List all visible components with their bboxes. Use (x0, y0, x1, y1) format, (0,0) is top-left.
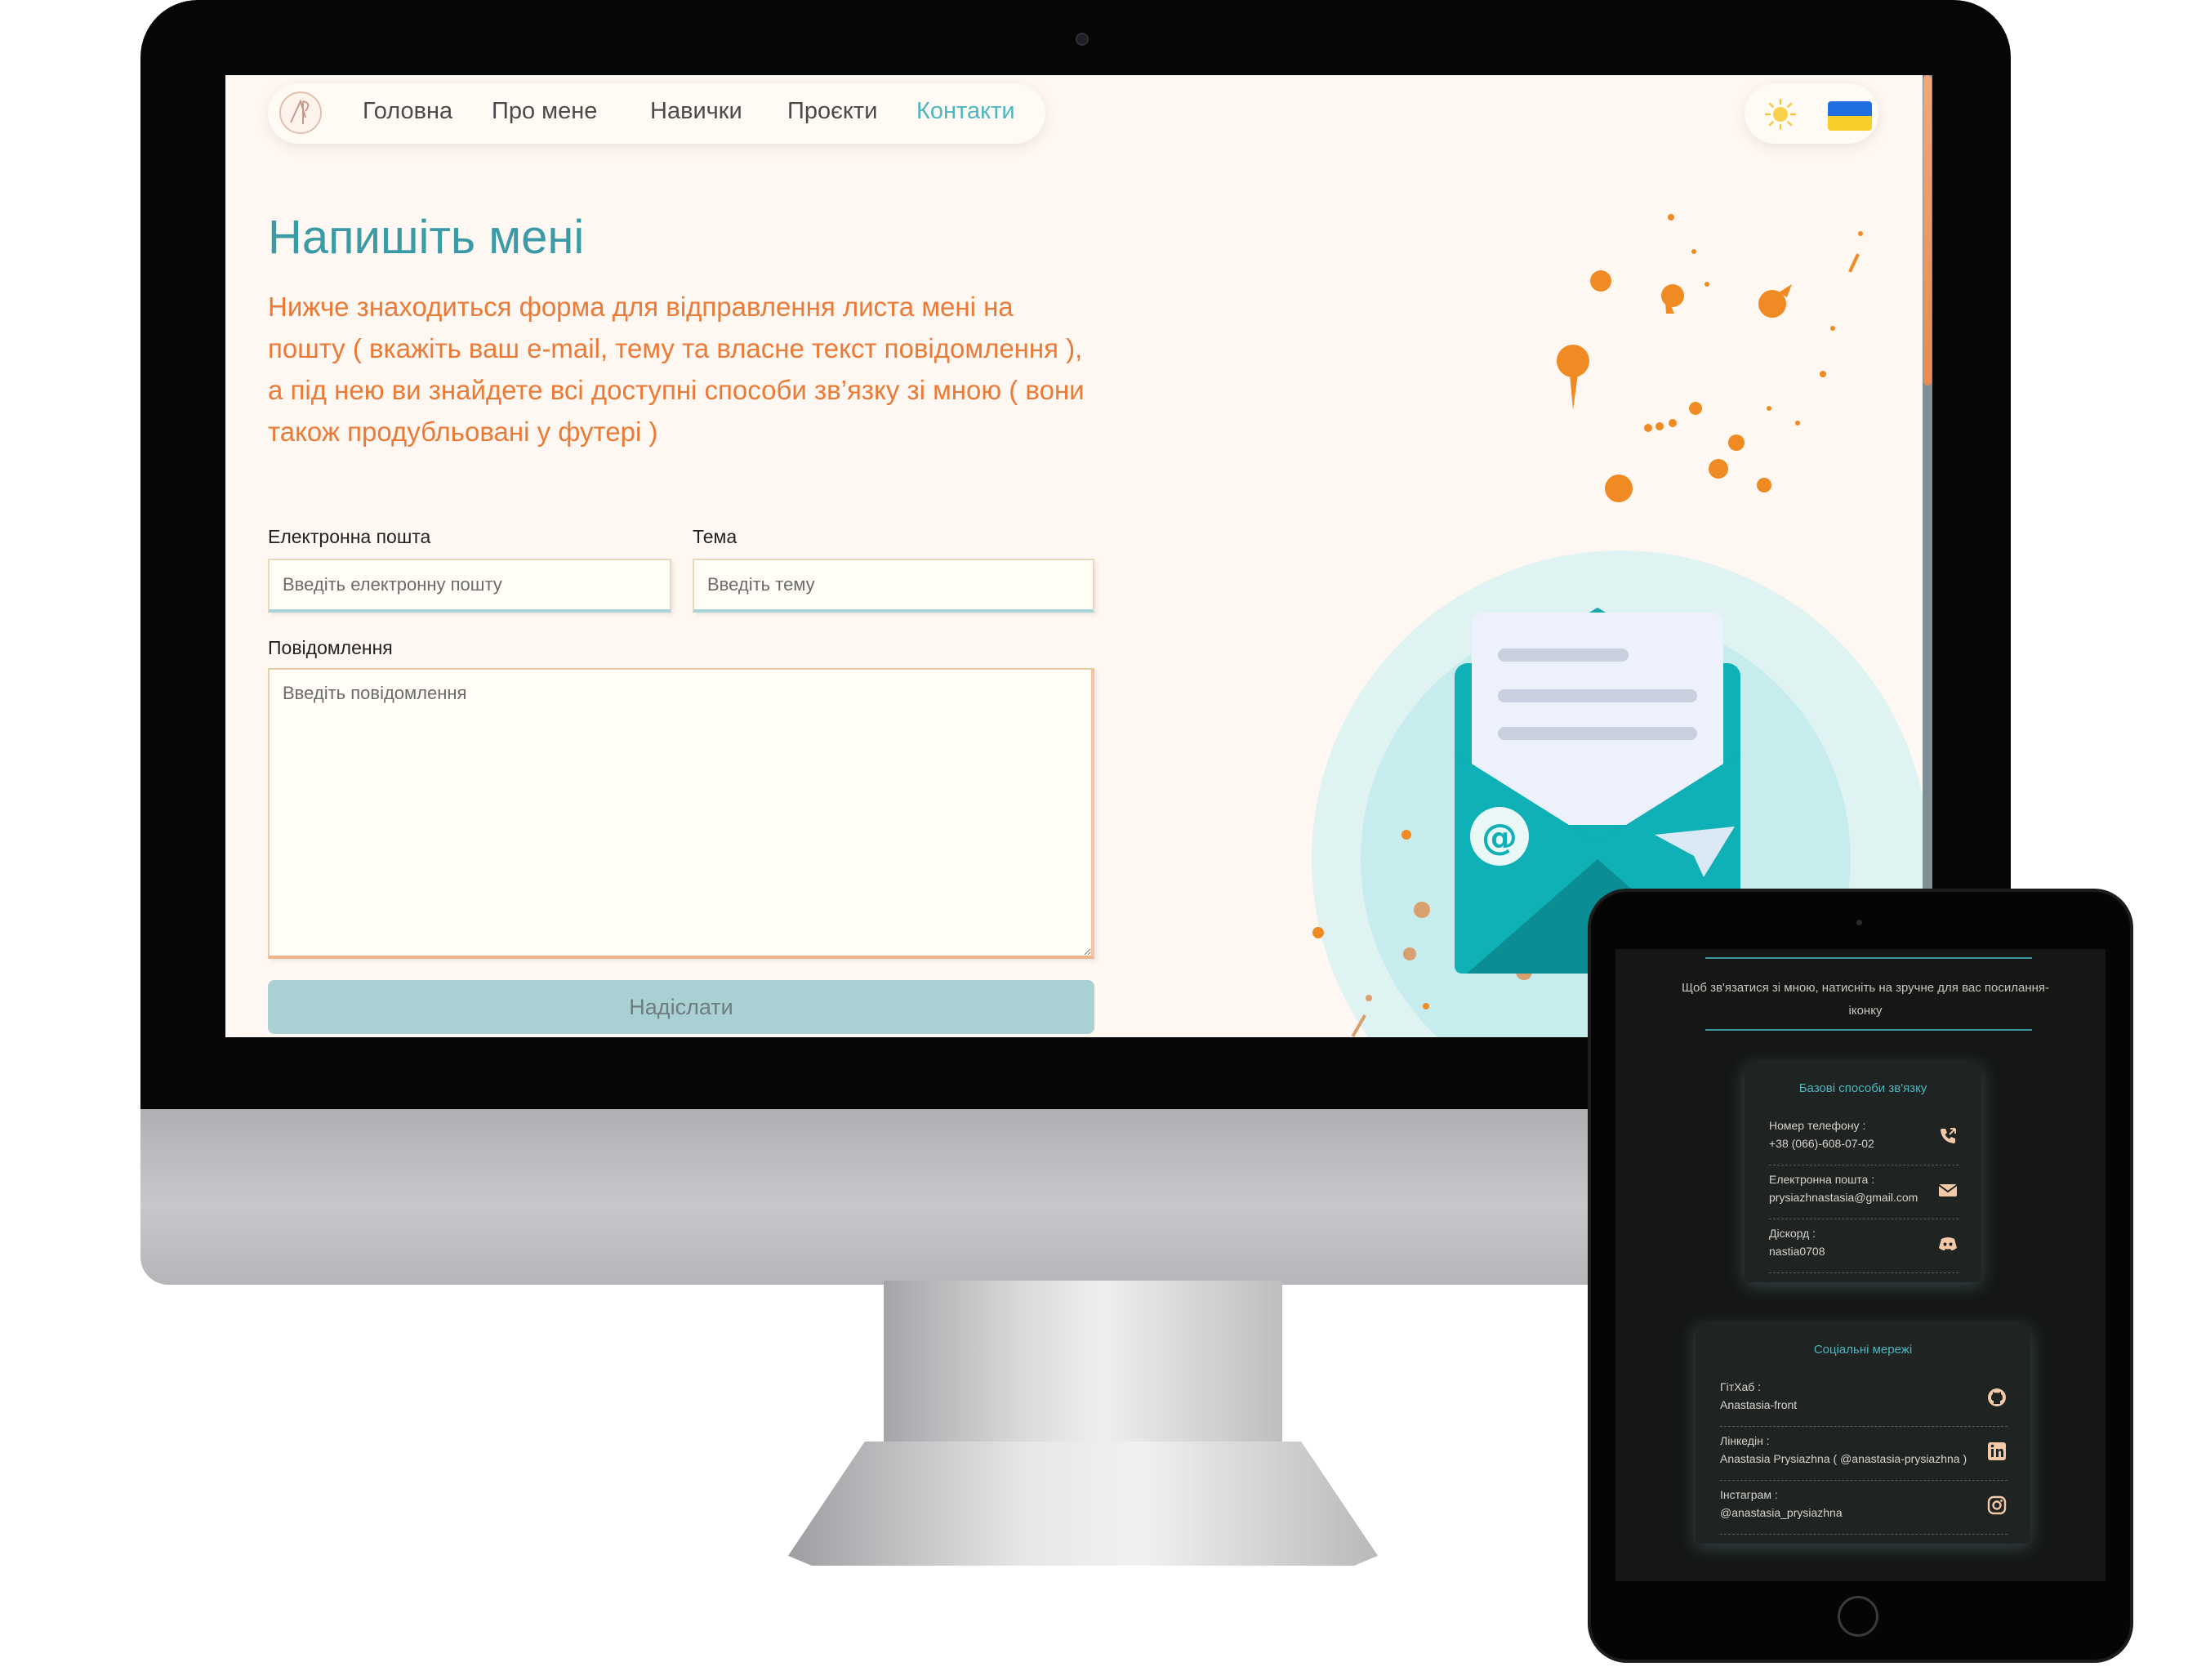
contact-value: nastia0708 (1769, 1245, 1825, 1258)
contact-label: Електронна пошта : (1769, 1173, 1875, 1186)
tablet-device: Щоб зв'язатися зі мною, натисніть на зру… (1591, 892, 2130, 1660)
contact-label: Номер телефону : (1769, 1119, 1866, 1132)
header-controls (1745, 83, 1878, 144)
sun-icon[interactable] (1764, 98, 1797, 131)
svg-text:@: @ (1482, 817, 1517, 858)
social-value: @anastasia_prysiazhna (1720, 1506, 1843, 1519)
navbar: Головна Про мене Навички Проєкти Контакт… (268, 83, 1045, 144)
social-instagram[interactable]: Інстаграм : @anastasia_prysiazhna (1720, 1480, 2008, 1535)
social-linkedin[interactable]: Лінкедін : Anastasia Prysiazhna ( @anast… (1720, 1426, 2008, 1481)
subject-field[interactable] (693, 559, 1094, 613)
nav-item-about[interactable]: Про мене (492, 98, 597, 125)
contact-value: +38 (066)-608-07-02 (1769, 1137, 1874, 1150)
message-field[interactable] (268, 668, 1094, 959)
imac-stand-neck (884, 1281, 1282, 1444)
scrollbar-thumb[interactable] (1923, 75, 1932, 385)
social-networks-card: Соціальні мережі ГітХаб : Anastasia-fron… (1696, 1325, 2030, 1544)
social-label: Лінкедін : (1720, 1434, 1770, 1447)
contact-value: prysiazhnastasia@gmail.com (1769, 1191, 1918, 1204)
social-label: Інстаграм : (1720, 1488, 1778, 1501)
ukraine-flag-icon[interactable] (1828, 101, 1872, 131)
email-field[interactable] (268, 559, 671, 613)
social-value: Anastasia-front (1720, 1398, 1798, 1411)
nav-item-contacts[interactable]: Контакти (916, 98, 1015, 125)
home-button[interactable] (1838, 1596, 1878, 1637)
basic-contacts-card: Базові способи зв'язку Номер телефону : … (1745, 1063, 1981, 1282)
camera-icon (1856, 920, 1862, 925)
github-icon[interactable] (1986, 1387, 2008, 1408)
instagram-icon[interactable] (1986, 1495, 2008, 1516)
message-label: Повідомлення (268, 637, 393, 658)
divider (1705, 957, 2032, 959)
contact-email[interactable]: Електронна пошта : prysiazhnastasia@gmai… (1769, 1165, 1959, 1219)
mail-icon[interactable] (1937, 1179, 1959, 1201)
nav-item-home[interactable]: Головна (363, 98, 452, 125)
page-intro: Нижче знаходиться форма для відправлення… (268, 292, 1085, 447)
social-value: Anastasia Prysiazhna ( @anastasia-prysia… (1720, 1452, 1967, 1465)
contact-hint: Щоб зв'язатися зі мною, натисніть на зру… (1681, 981, 2050, 1018)
divider (1705, 1029, 2032, 1031)
social-label: ГітХаб : (1720, 1380, 1762, 1393)
nav-item-projects[interactable]: Проєкти (787, 98, 877, 125)
logo-icon[interactable] (279, 91, 322, 134)
subject-label: Тема (693, 526, 738, 547)
phone-icon[interactable] (1937, 1125, 1959, 1147)
contact-phone[interactable]: Номер телефону : +38 (066)-608-07-02 (1769, 1111, 1959, 1165)
card-title: Соціальні мережі (1813, 1343, 1913, 1357)
email-label: Електронна пошта (268, 526, 431, 547)
page-title: Напишіть мені (268, 211, 585, 264)
camera-icon (1076, 33, 1089, 46)
nav-item-skills[interactable]: Навички (650, 98, 742, 125)
imac-stand-foot (788, 1442, 1378, 1566)
tablet-screen: Щоб зв'язатися зі мною, натисніть на зру… (1615, 949, 2106, 1581)
contact-discord[interactable]: Діскорд : nastia0708 (1769, 1219, 1959, 1273)
card-title: Базові способи зв'язку (1798, 1081, 1927, 1095)
contact-label: Діскорд : (1769, 1227, 1816, 1240)
social-github[interactable]: ГітХаб : Anastasia-front (1720, 1372, 2008, 1427)
discord-icon[interactable] (1937, 1233, 1959, 1254)
linkedin-icon[interactable] (1986, 1441, 2008, 1462)
submit-button[interactable]: Надіслати (268, 980, 1094, 1034)
